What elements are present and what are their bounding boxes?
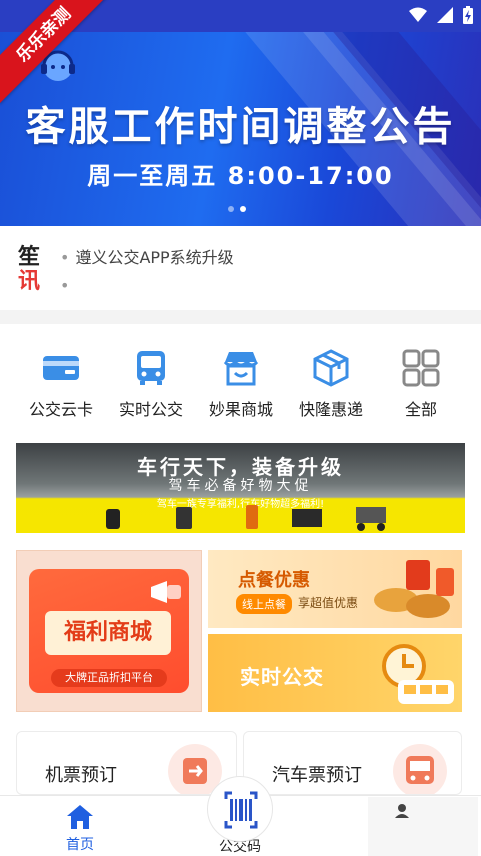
notice-item[interactable] xyxy=(60,276,75,295)
tab-home[interactable]: 首页 xyxy=(30,804,130,854)
quick-item-store[interactable]: 妙果商城 xyxy=(196,340,286,430)
news-badge-top: 笙 xyxy=(18,245,41,270)
welfare-mall-title: 福利商城 xyxy=(45,611,171,655)
tab-mine[interactable] xyxy=(368,797,478,856)
food-order-card[interactable]: 点餐优惠 线上点餐 享超值优惠 xyxy=(208,550,462,628)
quick-item-realtime-bus[interactable]: 实时公交 xyxy=(106,340,196,430)
flight-ticket-card[interactable]: 机票预订 xyxy=(16,731,237,795)
profile-icon xyxy=(395,804,409,818)
news-badge: 笙 讯 xyxy=(18,246,44,294)
page-dot-active xyxy=(240,206,246,212)
quick-item-label: 妙果商城 xyxy=(208,400,273,419)
store-icon xyxy=(223,352,259,386)
scan-code-icon xyxy=(224,791,258,829)
food-order-title: 点餐优惠 xyxy=(238,570,310,591)
flight-ticket-label: 机票预订 xyxy=(45,765,117,786)
section-divider xyxy=(0,310,481,324)
quick-item-label: 公交云卡 xyxy=(28,400,93,419)
grid-icon xyxy=(402,349,440,387)
realtime-bus-title: 实时公交 xyxy=(240,665,324,689)
quick-item-label: 快隆惠递 xyxy=(298,400,363,419)
bus-ticket-icon xyxy=(393,744,447,794)
quick-item-all[interactable]: 全部 xyxy=(376,340,466,430)
promo-subtitle: 驾车必备好物大促 xyxy=(168,478,313,494)
welfare-mall-tag: 大牌正品折扣平台 xyxy=(51,669,167,687)
news-notice[interactable]: 笙 讯 遵义公交APP系统升级 xyxy=(0,226,481,310)
banner-page-indicator xyxy=(228,206,246,212)
quick-item-express[interactable]: 快隆惠递 xyxy=(286,340,376,430)
wifi-icon xyxy=(409,7,427,22)
banner-title: 客服工作时间调整公告 xyxy=(25,104,456,150)
bus-ticket-label: 汽车票预订 xyxy=(272,765,362,786)
banner-subtitle: 周一至周五 8:00-17:00 xyxy=(87,162,394,190)
car-gear-promo-banner[interactable]: 车行天下，装备升级 驾车必备好物大促 驾车一族专享福利,行车好物超多福利! xyxy=(16,443,465,533)
food-order-subtitle: 享超值优惠 xyxy=(298,596,359,610)
welfare-mall-card[interactable]: 福利商城 大牌正品折扣平台 xyxy=(16,550,202,712)
package-icon xyxy=(313,349,349,387)
bus-card-icon xyxy=(43,356,79,380)
bus-icon xyxy=(137,351,165,385)
signal-icon xyxy=(437,7,453,23)
quick-item-label: 实时公交 xyxy=(118,400,183,419)
bus-ticket-card[interactable]: 汽车票预订 xyxy=(243,731,462,795)
clock-bus-illustration xyxy=(382,644,454,704)
realtime-bus-card[interactable]: 实时公交 xyxy=(208,634,462,712)
quick-item-label: 全部 xyxy=(404,400,437,419)
megaphone-icon xyxy=(151,581,181,603)
quick-access-grid: 公交云卡 实时公交 妙果商城 快隆惠递 全部 xyxy=(0,340,481,430)
news-badge-bottom: 讯 xyxy=(18,269,41,294)
announcement-banner[interactable]: 客服工作时间调整公告 周一至周五 8:00-17:00 xyxy=(0,32,481,226)
home-icon xyxy=(67,805,93,829)
battery-charging-icon xyxy=(463,6,473,24)
promo-products-illustration xyxy=(106,505,386,531)
quick-item-bus-card[interactable]: 公交云卡 xyxy=(16,340,106,430)
bus-code-button[interactable] xyxy=(207,776,273,842)
food-order-chip: 线上点餐 xyxy=(236,594,292,614)
food-illustration xyxy=(374,560,454,618)
page-dot xyxy=(228,206,234,212)
notice-item[interactable]: 遵义公交APP系统升级 xyxy=(60,244,233,268)
tab-home-label: 首页 xyxy=(66,837,94,853)
